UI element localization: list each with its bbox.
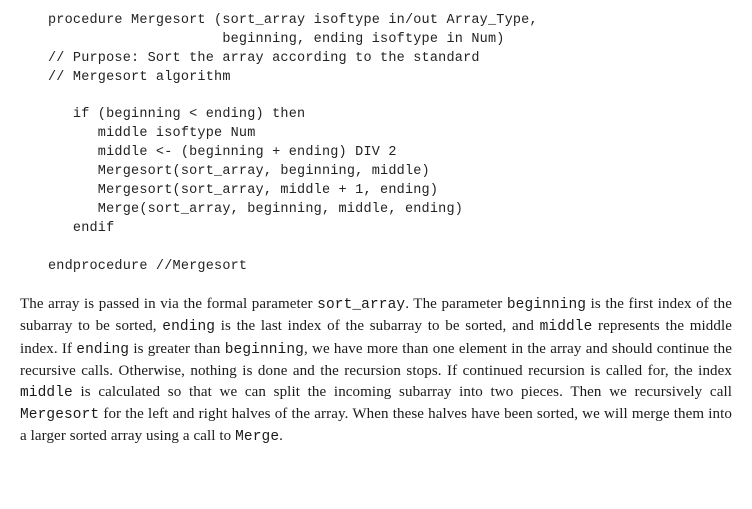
code-line: beginning, ending isoftype in Num) [48,32,505,47]
code-line: // Mergesort algorithm [48,70,231,85]
prose-text: is the last index of the subarray to be … [215,318,539,334]
code-line: if (beginning < ending) then [48,107,305,122]
code-line: middle <- (beginning + ending) DIV 2 [48,145,397,160]
inline-code: middle [20,385,73,401]
code-line: procedure Mergesort (sort_array isoftype… [48,13,538,28]
inline-code: ending [162,319,215,335]
explanation-paragraph: The array is passed in via the formal pa… [20,294,732,448]
code-line: middle isoftype Num [48,126,256,141]
inline-code: sort_array [317,297,405,313]
inline-code: Merge [235,429,279,445]
code-line: Mergesort(sort_array, middle + 1, ending… [48,183,438,198]
code-block: procedure Mergesort (sort_array isoftype… [48,12,732,276]
code-line: Merge(sort_array, beginning, middle, end… [48,202,463,217]
inline-code: beginning [225,342,304,358]
inline-code: Mergesort [20,407,99,423]
prose-text: for the left and right halves of the arr… [20,406,732,444]
code-line: Mergesort(sort_array, beginning, middle) [48,164,430,179]
prose-text: The array is passed in via the formal pa… [20,296,317,312]
code-line: // Purpose: Sort the array according to … [48,51,480,66]
prose-text: . The parameter [405,296,507,312]
code-line: endif [48,221,114,236]
inline-code: beginning [507,297,586,313]
code-line: endprocedure //Mergesort [48,259,247,274]
inline-code: ending [76,342,129,358]
prose-text: . [279,428,283,444]
prose-text: is greater than [129,341,225,357]
inline-code: middle [540,319,593,335]
prose-text: is calculated so that we can split the i… [73,384,732,400]
